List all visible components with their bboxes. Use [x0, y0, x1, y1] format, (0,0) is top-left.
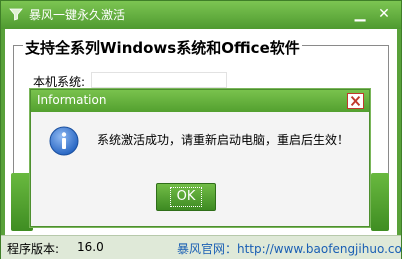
- info-icon: [49, 126, 79, 156]
- activate-button-right[interactable]: [371, 173, 389, 231]
- title-bar[interactable]: 暴风一键永久激活 ▁ ✕: [1, 1, 401, 29]
- minimize-button[interactable]: ▁: [349, 4, 371, 24]
- version-label: 程序版本:: [7, 242, 60, 256]
- funnel-app-icon: [9, 8, 23, 21]
- ok-button[interactable]: OK: [156, 183, 216, 211]
- version-value: 16.0: [77, 240, 104, 254]
- status-bar: 程序版本: 16.0 暴风官网：http://www.baofengjihuo.…: [1, 235, 402, 259]
- website-link[interactable]: 暴风官网：http://www.baofengjihuo.com: [177, 240, 402, 257]
- features-title: 支持全系列Windows系统和Office软件: [23, 37, 302, 58]
- information-dialog: Information 系统激活成功，请重新启动电脑，重启后生效！ OK: [30, 89, 370, 227]
- dialog-title-bar[interactable]: Information: [31, 90, 369, 112]
- dialog-message: 系统激活成功，请重新启动电脑，重启后生效！: [97, 133, 350, 147]
- sysinfo-label: 本机系统:: [33, 75, 86, 89]
- sysinfo-field: [91, 72, 227, 88]
- ok-button-label: OK: [169, 187, 203, 207]
- dialog-close-icon[interactable]: [347, 93, 364, 109]
- dialog-title: Information: [37, 93, 107, 107]
- close-button[interactable]: ✕: [373, 4, 395, 24]
- window-title: 暴风一键永久激活: [29, 8, 126, 22]
